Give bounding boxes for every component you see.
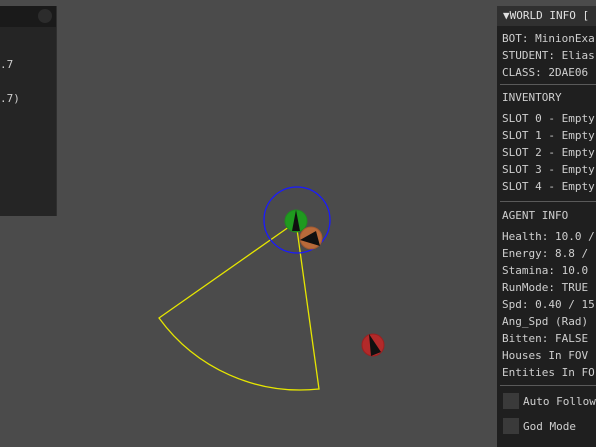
stamina-stat: Stamina: 10.0 xyxy=(502,264,589,277)
inventory-header: INVENTORY xyxy=(502,91,562,104)
left-debug-panel: .7 .7) xyxy=(0,6,57,216)
student-name: STUDENT: Elias xyxy=(502,49,595,62)
speed-stat: Spd: 0.40 / 15 xyxy=(502,298,595,311)
separator xyxy=(500,201,596,202)
angular-speed-stat: Ang_Spd (Rad) xyxy=(502,315,589,328)
houses-in-fov-stat: Houses In FOV xyxy=(502,349,589,362)
world-info-panel: ▼WORLD INFO [ BOT: MinionExa STUDENT: El… xyxy=(497,6,596,447)
auto-follow-checkbox[interactable] xyxy=(503,393,519,409)
close-icon[interactable] xyxy=(38,9,52,23)
auto-follow-label: Auto Follow xyxy=(523,395,596,408)
god-mode-label: God Mode xyxy=(523,420,576,433)
bitten-stat: Bitten: FALSE xyxy=(502,332,589,345)
inventory-slot: SLOT 4 - Empty xyxy=(502,180,595,193)
god-mode-checkbox[interactable] xyxy=(503,418,519,434)
inventory-slot: SLOT 1 - Empty xyxy=(502,129,595,142)
separator xyxy=(500,385,596,386)
left-panel-titlebar xyxy=(0,6,56,27)
inventory-slot: SLOT 0 - Empty xyxy=(502,112,595,125)
world-info-titlebar[interactable]: ▼WORLD INFO [ xyxy=(497,6,596,26)
class-name: CLASS: 2DAE06 xyxy=(502,66,589,79)
agent-info-header: AGENT INFO xyxy=(502,209,569,222)
separator xyxy=(500,84,596,85)
energy-stat: Energy: 8.8 / xyxy=(502,247,589,260)
health-stat: Health: 10.0 / xyxy=(502,230,595,243)
runmode-stat: RunMode: TRUE xyxy=(502,281,589,294)
bot-name: BOT: MinionExa xyxy=(502,32,595,45)
left-panel-value-2: .7) xyxy=(0,92,20,105)
inventory-slot: SLOT 3 - Empty xyxy=(502,163,595,176)
inventory-slot: SLOT 2 - Empty xyxy=(502,146,595,159)
fov-cone xyxy=(158,220,320,391)
left-panel-value-1: .7 xyxy=(0,58,14,71)
entities-in-fov-stat: Entities In FO xyxy=(502,366,595,379)
